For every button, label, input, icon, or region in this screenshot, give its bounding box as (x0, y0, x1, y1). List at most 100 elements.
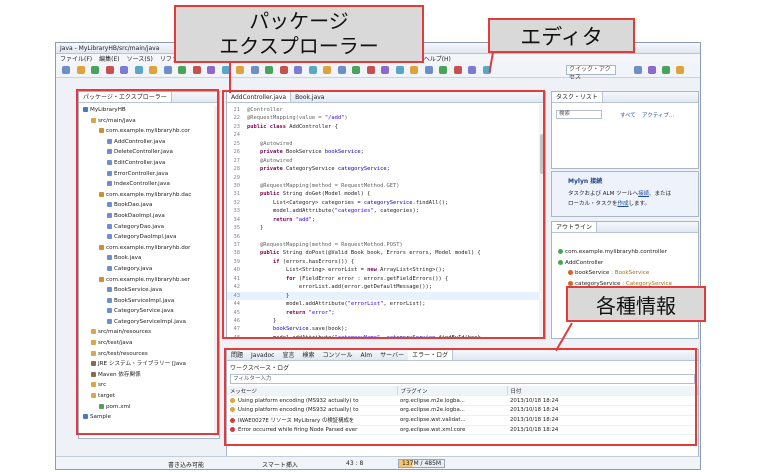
toolbar-button-icon[interactable] (294, 66, 302, 74)
log-row[interactable]: Error occurred while firing Node Parsed … (227, 425, 698, 436)
toolbar-button-icon[interactable] (308, 66, 317, 74)
tree-item[interactable]: CategoryService.java (79, 306, 219, 317)
outline-item[interactable]: AddController (552, 258, 698, 269)
tree-item[interactable]: JRE システム・ライブラリー [Java (79, 359, 219, 370)
tree-item[interactable]: MyLibraryHB (79, 105, 219, 116)
log-row[interactable]: Using platform encoding (MS932 actually)… (227, 405, 698, 416)
tree-item[interactable]: DeleteController.java (79, 147, 219, 158)
tree-item[interactable]: src/main/java (79, 116, 219, 127)
bottom-tab-1[interactable]: Javadoc (247, 350, 278, 360)
menu-item-2[interactable]: ソース(S) (127, 54, 153, 63)
toolbar-button-icon[interactable] (76, 66, 85, 74)
tree-item[interactable]: com.example.mylibraryhb.cor (79, 126, 219, 137)
toolbar-button-icon[interactable] (265, 66, 273, 74)
tree-item[interactable]: BookService.java (79, 285, 219, 296)
tree-item[interactable]: com.example.mylibraryhb.ser (79, 275, 219, 286)
toolbar-button-icon[interactable] (250, 66, 259, 74)
toolbar-button-icon[interactable] (395, 66, 404, 74)
tree-item[interactable]: CategoryServiceImpl.java (79, 317, 219, 328)
tree-item[interactable]: Sample (79, 412, 219, 423)
editor-scroll-thumb[interactable] (540, 134, 544, 174)
package-explorer-scrollbar[interactable] (214, 106, 219, 436)
memory-indicator[interactable]: 137M / 485M (398, 459, 446, 468)
perspective-icon[interactable] (648, 66, 656, 74)
toolbar-button-icon[interactable] (192, 66, 201, 74)
log-row[interactable]: Using platform encoding (MS932 actually)… (227, 395, 698, 407)
tree-item[interactable]: IndexController.java (79, 179, 219, 190)
toolbar-button-icon[interactable] (323, 66, 331, 74)
toolbar-button-icon[interactable] (134, 66, 143, 74)
tab-task-list[interactable]: タスク・リスト (552, 92, 603, 102)
tree-item[interactable]: BookDaoImpl.java (79, 211, 219, 222)
bottom-tab-5[interactable]: Alm (357, 350, 377, 360)
tree-item[interactable]: CategoryDao.java (79, 222, 219, 233)
log-row[interactable]: IWAE0027E リソース MyLibrary の検証構成を org.eclip… (227, 415, 698, 426)
task-filter-active[interactable]: アクティブ... (642, 111, 674, 119)
perspective-icon[interactable] (634, 66, 642, 74)
editor-tab-1[interactable]: Book.java (291, 92, 328, 102)
tree-item[interactable]: Category.java (79, 264, 219, 275)
tree-item[interactable]: Book.java (79, 253, 219, 264)
tree-item[interactable]: CategoryDaoImpl.java (79, 232, 219, 243)
code-area[interactable]: 21 @Controller 22 @RequestMapping(value = "… (227, 103, 545, 338)
toolbar-button-icon[interactable] (91, 66, 99, 74)
bottom-tab-0[interactable]: 問題 (227, 350, 247, 360)
tree-item[interactable]: src/test/resources (79, 349, 219, 360)
perspective-icon[interactable] (676, 66, 684, 74)
log-column-header[interactable]: プラグイン (397, 386, 508, 397)
toolbar-button-icon[interactable] (62, 66, 70, 74)
tree-item[interactable]: target (79, 391, 219, 402)
tree-item[interactable]: AddController.java (79, 137, 219, 148)
outline-item[interactable]: com.example.mylibraryhb.controller (552, 247, 698, 258)
bottom-tab-3[interactable]: 検索 (298, 350, 318, 360)
task-search-input[interactable]: 検索 (556, 110, 602, 119)
toolbar-button-icon[interactable] (337, 66, 346, 74)
tab-outline[interactable]: アウトライン (552, 222, 598, 232)
toolbar-button-icon[interactable] (105, 66, 114, 74)
tree-item[interactable]: com.example.mylibraryhb.dor (79, 243, 219, 254)
outline-item[interactable]: bookService : BookService (552, 268, 698, 279)
tree-item[interactable]: src (79, 380, 219, 391)
toolbar-button-icon[interactable] (236, 66, 244, 74)
log-column-header[interactable]: 日付 (507, 386, 698, 397)
toolbar-button-icon[interactable] (410, 66, 418, 74)
menu-item-1[interactable]: 編集(E) (99, 54, 119, 63)
toolbar-button-icon[interactable] (163, 66, 172, 74)
tree-item[interactable]: EditController.java (79, 158, 219, 169)
toolbar-button-icon[interactable] (468, 66, 476, 74)
mylyn-create-link[interactable]: 作成 (618, 201, 629, 207)
toolbar-button-icon[interactable] (279, 66, 288, 74)
tree-item[interactable]: BookServiceImpl.java (79, 296, 219, 307)
tree-item[interactable]: src/test/java (79, 338, 219, 349)
bottom-tab-2[interactable]: 宣言 (278, 350, 298, 360)
perspective-icon[interactable] (662, 66, 670, 74)
toolbar-button-icon[interactable] (424, 66, 433, 74)
editor-scrollbar[interactable] (539, 104, 545, 338)
tree-item[interactable]: Maven 依存関係 (79, 370, 219, 381)
toolbar-button-icon[interactable] (381, 66, 389, 74)
editor-tab-0[interactable]: AddController.java (227, 92, 292, 102)
bottom-tab-7[interactable]: エラー・ログ (408, 350, 454, 360)
toolbar-button-icon[interactable] (366, 66, 375, 74)
tree-item[interactable]: BookDao.java (79, 200, 219, 211)
task-filter-all[interactable]: すべて (620, 111, 636, 119)
toolbar-button-icon[interactable] (207, 66, 215, 74)
tree-item[interactable]: src/main/resources (79, 327, 219, 338)
menu-item-9[interactable]: ヘルプ(H) (424, 54, 451, 63)
tree-item[interactable]: ErrorController.java (79, 169, 219, 180)
toolbar-button-icon[interactable] (352, 66, 360, 74)
toolbar-button-icon[interactable] (453, 66, 462, 74)
tree-item[interactable]: com.example.mylibraryhb.dac (79, 190, 219, 201)
mylyn-connect-link[interactable]: 接続 (638, 191, 649, 197)
log-column-header[interactable]: メッセージ (227, 386, 398, 397)
toolbar-button-icon[interactable] (439, 66, 447, 74)
toolbar-button-icon[interactable] (149, 66, 157, 74)
bottom-tab-6[interactable]: サーバー (376, 350, 408, 360)
toolbar-button-icon[interactable] (178, 66, 186, 74)
menu-item-0[interactable]: ファイル(F) (60, 54, 92, 63)
tree-item[interactable]: pom.xml (79, 402, 219, 413)
bottom-tab-4[interactable]: コンソール (319, 350, 357, 360)
log-filter-input[interactable]: フィルター入力 (230, 374, 695, 384)
quick-access-input[interactable]: クイック・アクセス (566, 65, 616, 81)
toolbar-button-icon[interactable] (120, 66, 128, 74)
